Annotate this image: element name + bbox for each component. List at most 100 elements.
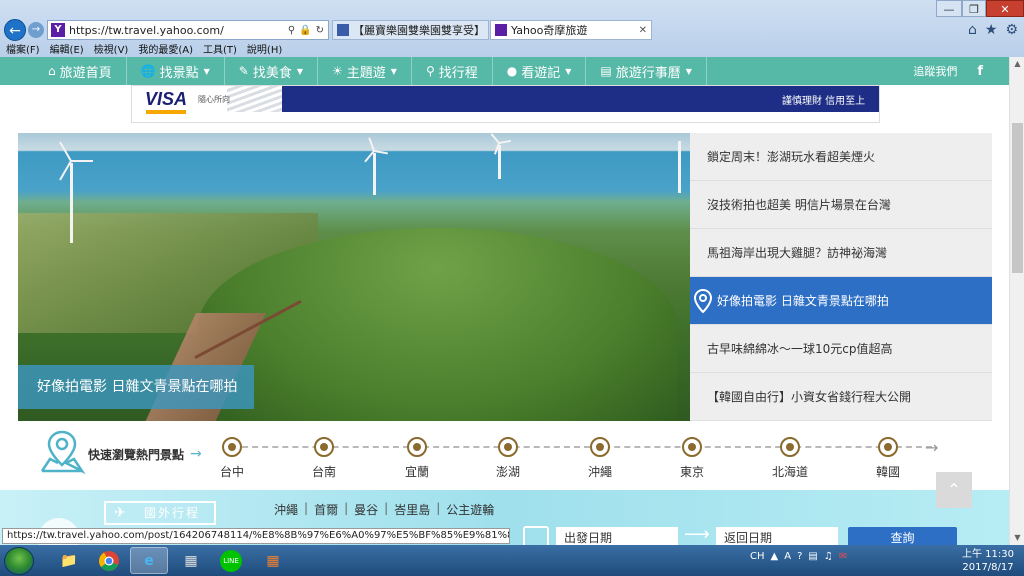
location-pin-icon bbox=[40, 430, 86, 475]
menu-favorites[interactable]: 我的最愛(A) bbox=[138, 41, 193, 56]
menu-tools[interactable]: 工具(T) bbox=[203, 41, 237, 56]
clock[interactable]: 上午 11:30 2017/8/17 bbox=[960, 548, 1016, 574]
timeline-line bbox=[232, 446, 932, 448]
back-button[interactable]: ← bbox=[4, 19, 26, 41]
nav-travelogues[interactable]: ● 看遊記 ▼ bbox=[493, 57, 587, 85]
spot-dot-penghu[interactable] bbox=[498, 437, 518, 457]
spot-label[interactable]: 澎湖 bbox=[478, 463, 538, 480]
taskbar: 📁 e ▦ LINE ▦ CH ▲ A ? ▤ ♫ ✉ 上午 11:30 201… bbox=[0, 545, 1024, 576]
scroll-down-icon[interactable]: ▼ bbox=[1010, 531, 1024, 545]
page-favicon-icon bbox=[337, 24, 349, 36]
start-button[interactable] bbox=[4, 547, 34, 575]
hero-hill bbox=[198, 228, 678, 421]
globe-icon: 🌐 bbox=[140, 64, 156, 78]
menu-file[interactable]: 檔案(F) bbox=[6, 41, 40, 56]
address-url[interactable]: https://tw.travel.yahoo.com/ bbox=[69, 24, 288, 37]
spot-dot-taichung[interactable] bbox=[222, 437, 242, 457]
overseas-link[interactable]: 首爾 bbox=[314, 501, 338, 518]
scroll-thumb[interactable] bbox=[1012, 123, 1023, 273]
list-item[interactable]: 鎖定周末！澎湖玩水看超美煙火 bbox=[690, 133, 992, 181]
map-pin-icon bbox=[694, 289, 712, 313]
tab-lihpao[interactable]: 【麗寶樂園雙樂園雙享受】台中... bbox=[332, 20, 489, 40]
list-item[interactable]: 沒技術拍也超美 明信片場景在台灣 bbox=[690, 181, 992, 229]
refresh-icon[interactable]: ↻ bbox=[316, 25, 324, 36]
scroll-to-top-button[interactable]: ⌃ bbox=[936, 472, 972, 508]
wind-turbine bbox=[498, 145, 501, 179]
paint-icon[interactable]: ▦ bbox=[254, 547, 292, 574]
close-window-button[interactable]: ✕ bbox=[986, 0, 1024, 17]
overseas-link[interactable]: 峇里島 bbox=[394, 501, 430, 518]
nav-find-trips[interactable]: ⚲ 找行程 bbox=[412, 57, 493, 85]
ad-banner[interactable]: VISA 隨心所向 謹慎理財 信用至上 bbox=[131, 85, 880, 123]
arrow-right-icon: ⟶ bbox=[684, 524, 710, 545]
system-tray: CH ▲ A ? ▤ ♫ ✉ bbox=[750, 551, 847, 562]
maximize-button[interactable]: ❐ bbox=[962, 0, 986, 17]
hero-image[interactable]: 好像拍電影 日雜文青景點在哪拍 bbox=[18, 133, 690, 421]
nav-home[interactable]: ⌂ 旅遊首頁 bbox=[0, 57, 127, 85]
hero-caption[interactable]: 好像拍電影 日雜文青景點在哪拍 bbox=[18, 365, 254, 409]
volume-icon[interactable]: ♫ bbox=[824, 551, 833, 562]
nav-find-spots[interactable]: 🌐 找景點 ▼ bbox=[127, 57, 225, 85]
overseas-link[interactable]: 沖繩 bbox=[274, 501, 298, 518]
facebook-icon[interactable]: f bbox=[965, 64, 1009, 79]
arrow-right-icon: → bbox=[925, 438, 939, 457]
nav-home-label: 旅遊首頁 bbox=[59, 65, 112, 81]
gear-icon[interactable]: ⚙ bbox=[1005, 22, 1018, 38]
spot-label[interactable]: 北海道 bbox=[760, 463, 820, 480]
spot-label[interactable]: 台中 bbox=[202, 463, 262, 480]
spot-label[interactable]: 東京 bbox=[662, 463, 722, 480]
line-icon[interactable]: LINE bbox=[212, 547, 250, 574]
ime-icon[interactable]: ▲ bbox=[771, 551, 779, 562]
site-nav: ⌂ 旅遊首頁 🌐 找景點 ▼ ✎ 找美食 ▼ ☀ 主題遊 ▼ ⚲ 找行程 ● 看… bbox=[0, 57, 1009, 85]
lock-icon[interactable]: 🔒 bbox=[299, 25, 311, 36]
overseas-link[interactable]: 公主遊輪 bbox=[446, 501, 494, 518]
arrow-right-icon: → bbox=[190, 446, 202, 462]
language-indicator[interactable]: CH bbox=[750, 551, 765, 562]
forward-button[interactable]: → bbox=[28, 22, 44, 38]
tab-yahoo-travel[interactable]: Yahoo奇摩旅遊 ✕ bbox=[490, 20, 652, 40]
address-bar[interactable]: Y https://tw.travel.yahoo.com/ ⚲ 🔒 ↻ bbox=[47, 20, 329, 40]
spot-label[interactable]: 宜蘭 bbox=[387, 463, 447, 480]
mail-icon[interactable]: ✉ bbox=[839, 551, 847, 562]
scroll-up-icon[interactable]: ▲ bbox=[1010, 57, 1024, 71]
font-icon[interactable]: A bbox=[784, 551, 791, 562]
list-item[interactable]: 【韓國自由行】小資女省錢行程大公開 bbox=[690, 373, 992, 421]
ie-icon[interactable]: e bbox=[130, 547, 168, 574]
menu-help[interactable]: 說明(H) bbox=[247, 41, 282, 56]
search-icon[interactable]: ⚲ bbox=[288, 25, 295, 36]
chevron-down-icon: ▼ bbox=[390, 66, 397, 76]
help-icon[interactable]: ? bbox=[797, 551, 802, 562]
nav-themes[interactable]: ☀ 主題遊 ▼ bbox=[318, 57, 412, 85]
home-icon[interactable]: ⌂ bbox=[968, 22, 977, 38]
chrome-icon[interactable] bbox=[90, 547, 128, 574]
list-item-active[interactable]: 好像拍電影 日雜文青景點在哪拍 bbox=[690, 277, 992, 325]
nav-find-food[interactable]: ✎ 找美食 ▼ bbox=[225, 57, 318, 85]
menu-view[interactable]: 檢視(V) bbox=[94, 41, 129, 56]
quick-browse-label: 快速瀏覽熱門景點 bbox=[88, 448, 185, 462]
spot-dot-korea[interactable] bbox=[878, 437, 898, 457]
spot-dot-yilan[interactable] bbox=[407, 437, 427, 457]
spot-label[interactable]: 韓國 bbox=[858, 463, 918, 480]
file-explorer-icon[interactable]: 📁 bbox=[50, 547, 88, 574]
favorites-star-icon[interactable]: ★ bbox=[985, 22, 998, 38]
list-item[interactable]: 古早味綿綿冰～一球10元cp值超高 bbox=[690, 325, 992, 373]
spot-label[interactable]: 沖繩 bbox=[570, 463, 630, 480]
spot-dot-okinawa[interactable] bbox=[590, 437, 610, 457]
minimize-button[interactable]: — bbox=[936, 0, 962, 17]
spot-dot-hokkaido[interactable] bbox=[780, 437, 800, 457]
spot-dot-tainan[interactable] bbox=[314, 437, 334, 457]
calculator-icon[interactable]: ▦ bbox=[172, 547, 210, 574]
vertical-scrollbar[interactable]: ▲ ▼ bbox=[1009, 57, 1024, 545]
list-item[interactable]: 馬祖海岸出現大雞腿？訪神祕海灣 bbox=[690, 229, 992, 277]
close-tab-icon[interactable]: ✕ bbox=[639, 25, 647, 36]
nav-calendar[interactable]: ▤ 旅遊行事曆 ▼ bbox=[586, 57, 707, 85]
spot-dot-tokyo[interactable] bbox=[682, 437, 702, 457]
overseas-trip-label-box[interactable]: ✈ 國外行程 bbox=[104, 501, 216, 525]
overseas-link[interactable]: 曼谷 bbox=[354, 501, 378, 518]
turbine-blade bbox=[498, 139, 511, 144]
menu-edit[interactable]: 編輯(E) bbox=[50, 41, 84, 56]
spot-label[interactable]: 台南 bbox=[294, 463, 354, 480]
map-pin-icon: ● bbox=[506, 64, 518, 78]
divider: | bbox=[384, 501, 389, 515]
network-icon[interactable]: ▤ bbox=[808, 551, 817, 562]
